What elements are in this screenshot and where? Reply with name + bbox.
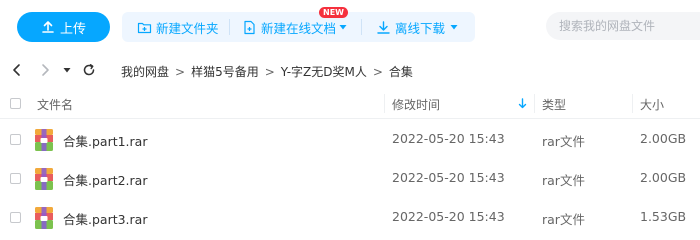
breadcrumb-item[interactable]: 我的网盘	[121, 63, 169, 80]
file-name[interactable]: 合集.part1.rar	[63, 131, 147, 150]
refresh-icon[interactable]	[82, 63, 96, 77]
file-modified: 2022-05-20 15:43	[392, 170, 505, 185]
file-modified: 2022-05-20 15:43	[392, 131, 505, 146]
toolbar-actions: 新建文件夹 新建在线文档 NEW 离线下载	[122, 7, 475, 42]
chevron-right-icon: >	[264, 64, 275, 79]
breadcrumb-item[interactable]: 样猫5号备用	[191, 63, 259, 80]
new-doc-label: 新建在线文档	[261, 20, 337, 36]
search-input[interactable]	[546, 12, 700, 40]
rar-file-icon	[35, 207, 53, 229]
column-header-name[interactable]: 文件名	[37, 96, 73, 113]
select-all-checkbox[interactable]	[10, 98, 21, 109]
row-checkbox[interactable]	[10, 212, 21, 223]
back-icon[interactable]	[10, 63, 24, 77]
column-divider	[632, 94, 633, 113]
offline-download-label: 离线下载	[395, 20, 446, 36]
file-modified: 2022-05-20 15:43	[392, 209, 505, 224]
forward-icon[interactable]	[38, 63, 52, 77]
history-dropdown-icon[interactable]	[62, 63, 72, 77]
row-checkbox[interactable]	[10, 173, 21, 184]
dropdown-icon	[450, 25, 458, 30]
offline-download-button[interactable]: 离线下载	[376, 12, 458, 42]
file-name[interactable]: 合集.part3.rar	[63, 209, 147, 228]
file-type: rar文件	[542, 134, 585, 149]
breadcrumb: 我的网盘 > 样猫5号备用 > Y-字Z无D奖M人 > 合集	[121, 63, 413, 80]
file-name[interactable]: 合集.part2.rar	[63, 170, 147, 189]
table-row[interactable]: 合集.part2.rar 2022-05-20 15:43 rar文件 2.00…	[0, 161, 700, 197]
breadcrumb-item-current: 合集	[388, 65, 413, 79]
file-size: 2.00GB	[640, 170, 687, 185]
toolbar: 上传 新建文件夹 新建在线文档 NEW 离线下载	[0, 0, 700, 56]
nav-bar: 我的网盘 > 样猫5号备用 > Y-字Z无D奖M人 > 合集	[0, 56, 700, 84]
file-size: 2.00GB	[640, 131, 687, 146]
new-folder-label: 新建文件夹	[156, 20, 219, 36]
column-header-type[interactable]: 类型	[542, 96, 566, 113]
chevron-right-icon: >	[372, 64, 383, 79]
new-badge: NEW	[319, 7, 348, 18]
column-header-modified[interactable]: 修改时间	[392, 96, 440, 113]
new-doc-icon	[244, 20, 255, 34]
upload-icon	[42, 21, 54, 33]
upload-label: 上传	[59, 21, 86, 37]
upload-button[interactable]: 上传	[17, 12, 110, 42]
table-header: 文件名 修改时间 类型 大小	[0, 88, 700, 119]
column-divider	[534, 94, 535, 113]
new-folder-button[interactable]: 新建文件夹	[137, 12, 219, 42]
rar-file-icon	[35, 168, 53, 190]
column-header-size[interactable]: 大小	[640, 96, 664, 113]
column-divider	[384, 94, 385, 113]
file-size: 1.53GB	[640, 209, 687, 224]
chevron-right-icon: >	[175, 64, 186, 79]
toolbar-divider	[361, 19, 362, 35]
file-type: rar文件	[542, 173, 585, 188]
sort-arrow-icon[interactable]	[518, 98, 527, 109]
file-type: rar文件	[542, 212, 585, 227]
dropdown-icon	[339, 25, 347, 30]
table-row[interactable]: 合集.part1.rar 2022-05-20 15:43 rar文件 2.00…	[0, 122, 700, 158]
download-icon	[377, 20, 390, 34]
breadcrumb-item[interactable]: Y-字Z无D奖M人	[281, 63, 367, 80]
toolbar-divider	[229, 19, 230, 35]
new-folder-icon	[137, 22, 152, 33]
table-row[interactable]: 合集.part3.rar 2022-05-20 15:43 rar文件 1.53…	[0, 200, 700, 236]
row-checkbox[interactable]	[10, 134, 21, 145]
rar-file-icon	[35, 129, 53, 151]
